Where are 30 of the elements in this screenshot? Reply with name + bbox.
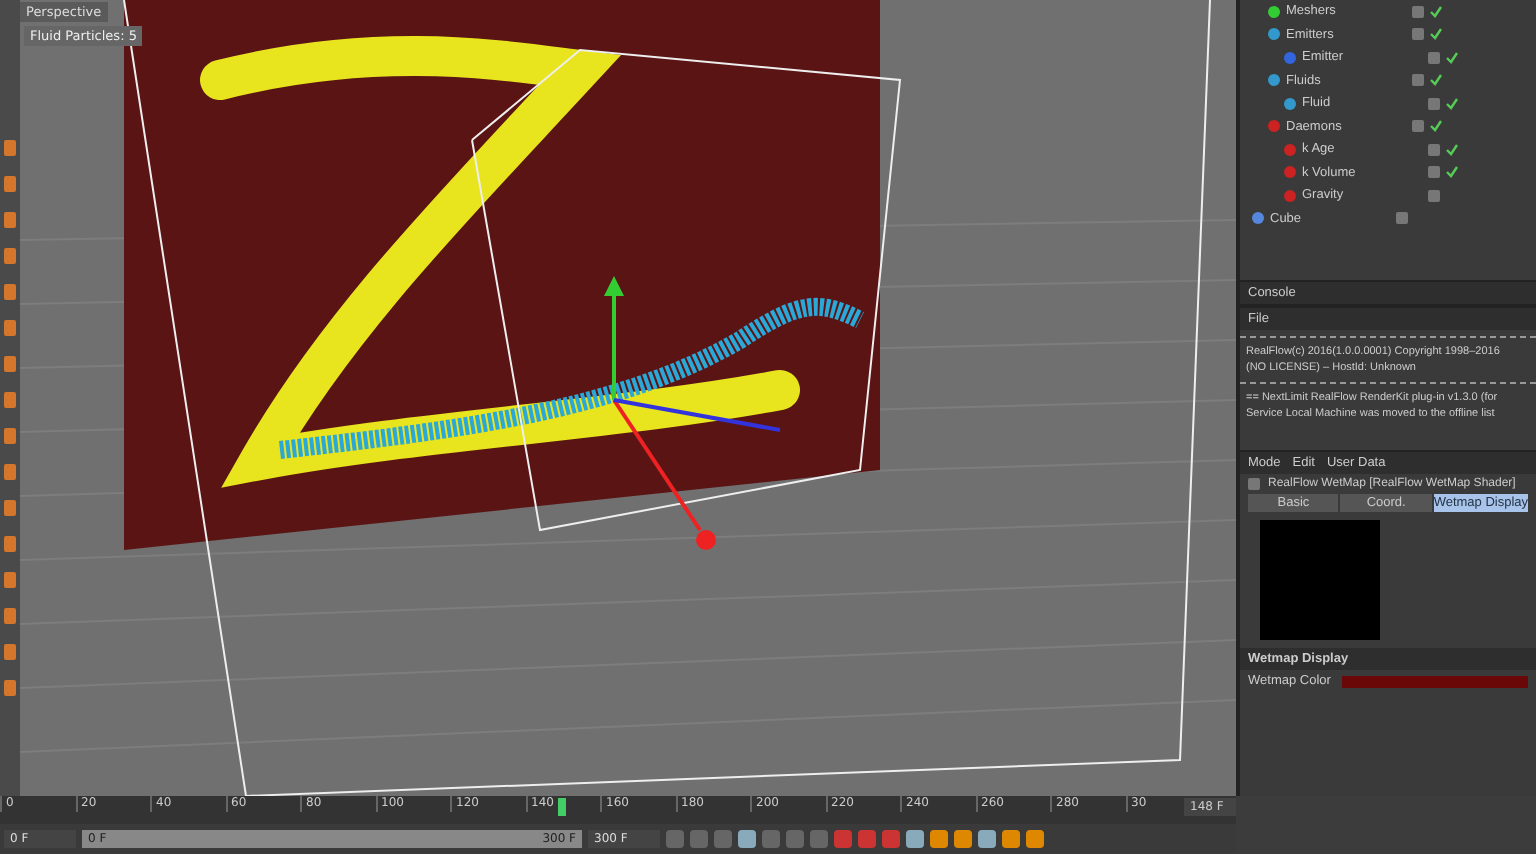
tool-icon[interactable] [4, 536, 16, 552]
tool-icon[interactable] [4, 464, 16, 480]
tool-icon[interactable] [4, 176, 16, 192]
check-icon[interactable] [1446, 143, 1458, 156]
color-swatch[interactable] [1342, 675, 1528, 687]
tool-icon[interactable] [4, 500, 16, 516]
tool-icon[interactable] [4, 572, 16, 588]
tool-icon[interactable] [4, 320, 16, 336]
check-icon[interactable] [1430, 5, 1442, 18]
tool-icon[interactable] [4, 680, 16, 696]
check-icon[interactable] [1430, 120, 1442, 133]
check-icon[interactable] [1446, 97, 1458, 110]
check-icon[interactable] [1446, 166, 1458, 179]
tool-icon[interactable] [4, 428, 16, 444]
layer-icon[interactable] [1396, 212, 1408, 225]
check-icon[interactable] [1430, 74, 1442, 87]
tool-icon[interactable] [4, 248, 16, 264]
tool-icon[interactable] [4, 392, 16, 408]
check-icon[interactable] [1446, 51, 1458, 64]
tool-icon[interactable] [4, 140, 16, 156]
tool-icon[interactable] [4, 212, 16, 228]
tool-icon[interactable] [4, 608, 16, 624]
tool-icon[interactable] [4, 284, 16, 300]
preview-image [1260, 520, 1380, 640]
object-icon [1252, 212, 1264, 225]
tool-icon[interactable] [4, 356, 16, 372]
check-icon[interactable] [1430, 28, 1442, 41]
playhead[interactable] [558, 798, 566, 816]
tool-icon[interactable] [4, 644, 16, 660]
shader-icon [1248, 478, 1260, 490]
